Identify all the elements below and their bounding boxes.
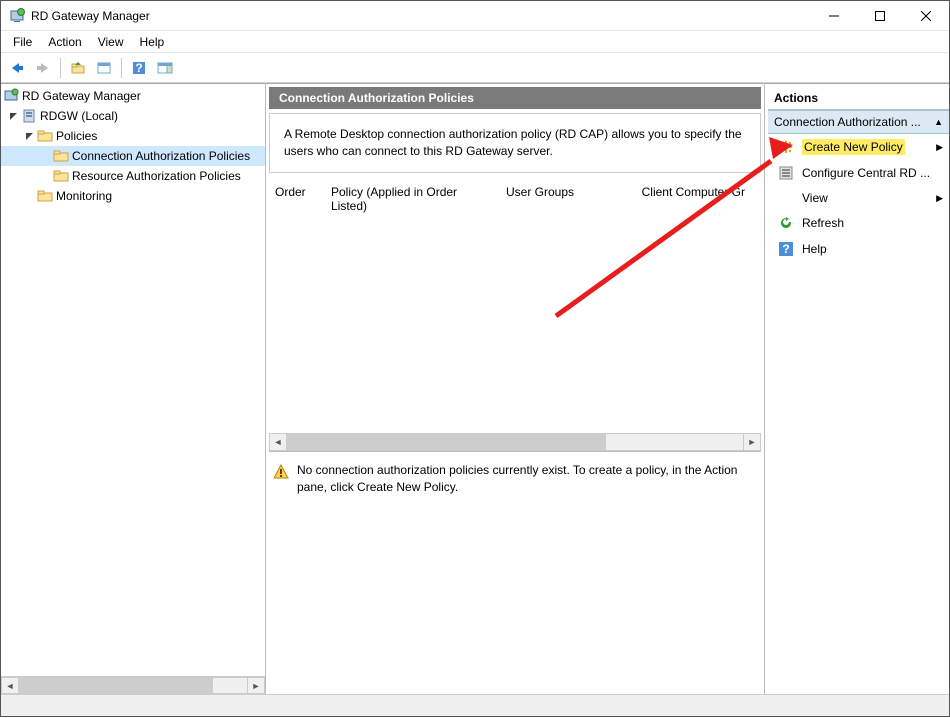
folder-icon [37, 188, 53, 204]
col-policy[interactable]: Policy (Applied in Order Listed) [331, 181, 506, 217]
app-icon [3, 88, 19, 104]
list-headers: Order Policy (Applied in Order Listed) U… [269, 177, 761, 221]
app-icon [9, 8, 25, 24]
up-level-button[interactable] [66, 56, 90, 80]
refresh-icon [778, 215, 794, 231]
menu-file[interactable]: File [5, 33, 40, 51]
nav-back-button[interactable] [5, 56, 29, 80]
action-refresh[interactable]: Refresh [768, 210, 949, 236]
server-icon [21, 108, 37, 124]
menu-view[interactable]: View [90, 33, 132, 51]
tree-hscrollbar[interactable]: ◄ ► [1, 676, 265, 694]
action-configure-central-rd[interactable]: Configure Central RD ... [768, 160, 949, 186]
action-help[interactable]: ? Help [768, 236, 949, 262]
scroll-left-icon[interactable]: ◄ [269, 433, 287, 451]
tree-monitoring[interactable]: Monitoring [1, 186, 265, 206]
show-hide-action-pane-button[interactable] [153, 56, 177, 80]
tree-server[interactable]: RDGW (Local) [1, 106, 265, 126]
col-order[interactable]: Order [275, 181, 331, 217]
menubar: File Action View Help [1, 31, 949, 53]
expander-icon[interactable] [5, 112, 21, 121]
col-user-groups[interactable]: User Groups [506, 181, 636, 217]
app-window: RD Gateway Manager File Action View Help… [0, 0, 950, 717]
expander-icon[interactable] [21, 132, 37, 141]
folder-icon [53, 168, 69, 184]
detail-description: A Remote Desktop connection authorizatio… [269, 113, 761, 173]
titlebar: RD Gateway Manager [1, 1, 949, 31]
folder-icon [37, 128, 53, 144]
actions-pane: Actions Connection Authorization ... ▲ C… [765, 84, 949, 694]
help-button[interactable]: ? [127, 56, 151, 80]
maximize-button[interactable] [857, 1, 903, 30]
col-client-groups[interactable]: Client Computer Gr [636, 181, 755, 217]
svg-text:?: ? [135, 61, 142, 75]
detail-header: Connection Authorization Policies [269, 87, 761, 109]
detail-pane: Connection Authorization Policies A Remo… [266, 84, 765, 694]
svg-text:?: ? [782, 242, 789, 256]
tree-policies[interactable]: Policies [1, 126, 265, 146]
tree-pane: RD Gateway Manager RDGW (Local) Policies… [1, 84, 266, 694]
new-icon [778, 139, 794, 155]
list-hscrollbar[interactable]: ◄ ► [269, 433, 761, 451]
menu-help[interactable]: Help [132, 33, 173, 51]
menu-action[interactable]: Action [40, 33, 89, 51]
nav-forward-button[interactable] [31, 56, 55, 80]
chevron-right-icon: ▶ [936, 193, 943, 204]
scroll-right-icon[interactable]: ► [247, 677, 265, 694]
action-view[interactable]: View ▶ [768, 186, 949, 210]
tree-rap[interactable]: Resource Authorization Policies [1, 166, 265, 186]
policy-list[interactable] [269, 221, 761, 431]
close-button[interactable] [903, 1, 949, 30]
warning-icon [273, 464, 289, 480]
scroll-right-icon[interactable]: ► [743, 433, 761, 451]
minimize-button[interactable] [811, 1, 857, 30]
statusbar [1, 694, 949, 716]
tree-root[interactable]: RD Gateway Manager [1, 86, 265, 106]
info-message-text: No connection authorization policies cur… [297, 462, 751, 681]
content-area: RD Gateway Manager RDGW (Local) Policies… [1, 83, 949, 694]
scroll-left-icon[interactable]: ◄ [1, 677, 19, 694]
actions-context-header[interactable]: Connection Authorization ... ▲ [768, 110, 949, 134]
action-create-new-policy[interactable]: Create New Policy ▶ [768, 134, 949, 160]
info-message: No connection authorization policies cur… [269, 451, 761, 691]
tree-view[interactable]: RD Gateway Manager RDGW (Local) Policies… [1, 84, 265, 676]
collapse-icon[interactable]: ▲ [934, 117, 943, 127]
actions-header: Actions [768, 87, 949, 110]
folder-icon [53, 148, 69, 164]
toolbar: ? [1, 53, 949, 83]
properties-button[interactable] [92, 56, 116, 80]
chevron-right-icon: ▶ [936, 142, 943, 153]
window-title: RD Gateway Manager [31, 9, 811, 23]
tree-cap[interactable]: Connection Authorization Policies [1, 146, 265, 166]
help-icon: ? [778, 241, 794, 257]
server-settings-icon [778, 165, 794, 181]
